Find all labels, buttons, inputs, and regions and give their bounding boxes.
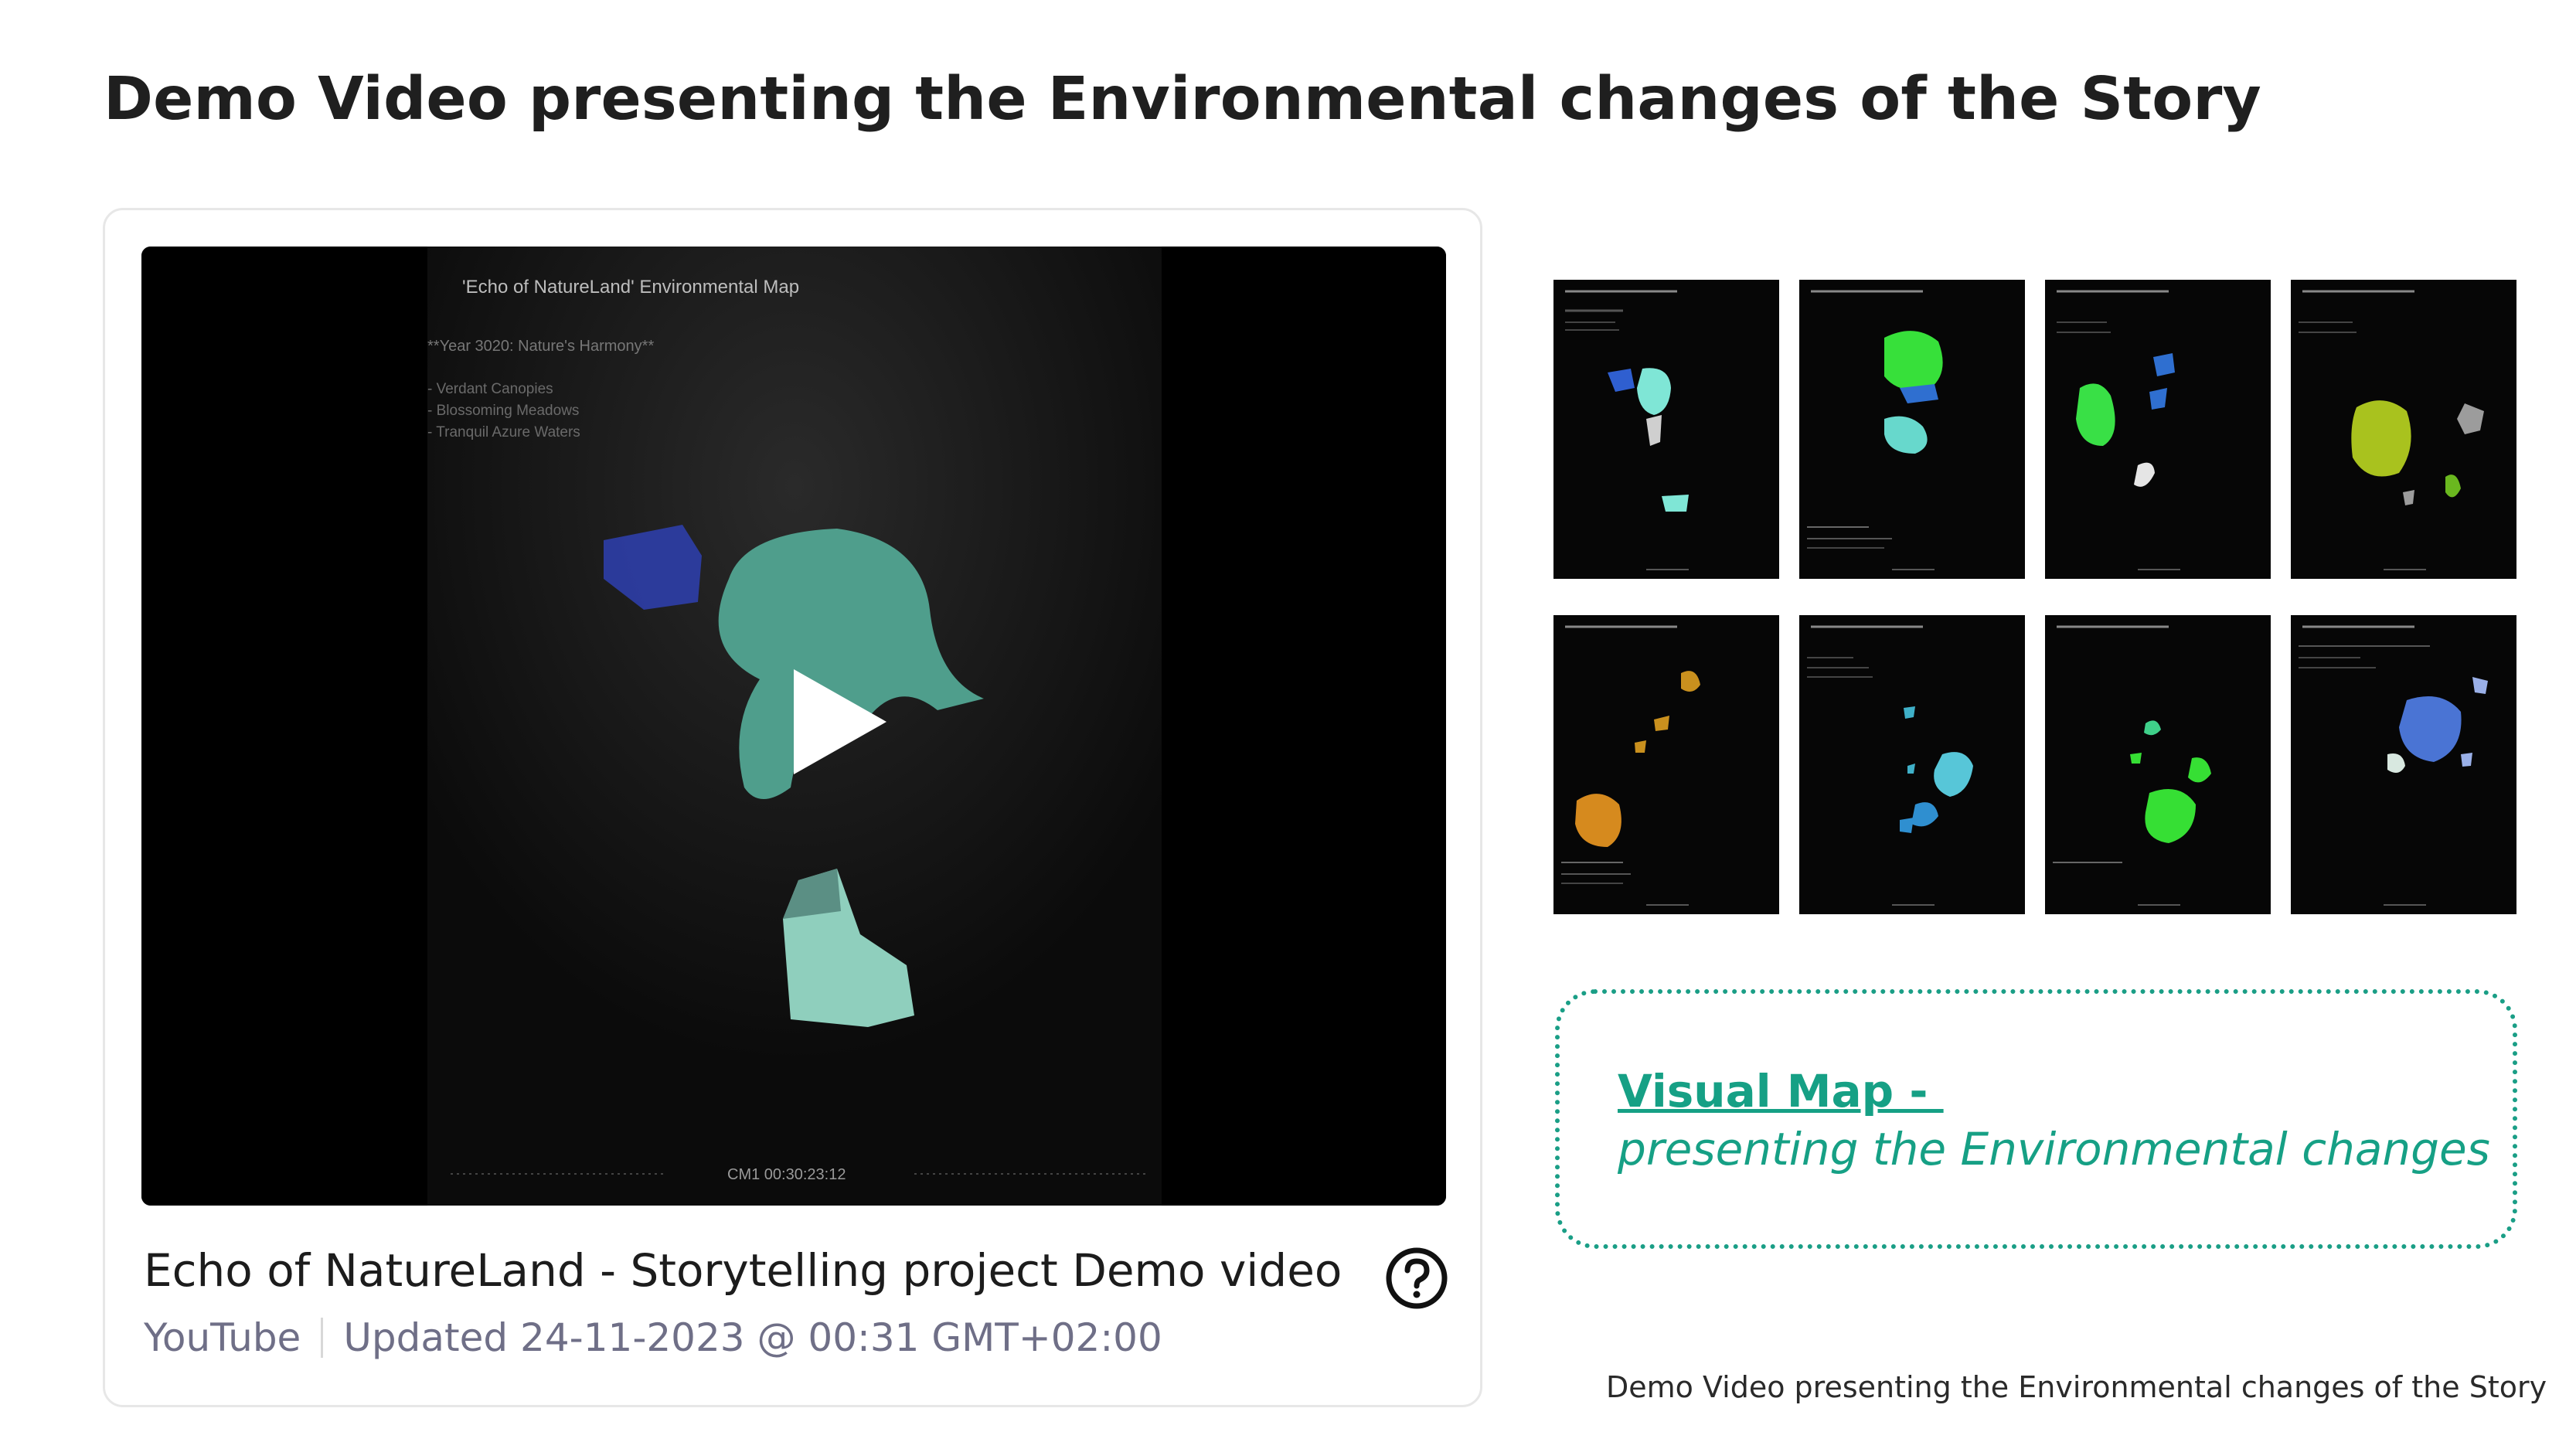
thumbnail-1[interactable] [1553,280,1779,579]
play-icon [794,669,886,774]
visual-map-subtitle: presenting the Environmental changes [1618,1123,2490,1175]
frame-bullet: - Tranquil Azure Waters [427,424,580,440]
page-title: Demo Video presenting the Environmental … [104,65,2261,134]
thumbnail-4[interactable] [2291,280,2516,579]
video-embed-card: 'Echo of NatureLand' Environmental Map *… [103,208,1482,1407]
video-title[interactable]: Echo of NatureLand - Storytelling projec… [144,1244,1342,1297]
thumbnail-3[interactable] [2045,280,2271,579]
question-circle-icon[interactable] [1384,1246,1449,1311]
thumbnail-6[interactable] [1799,615,2025,914]
meta-divider [321,1318,324,1358]
frame-bullet: - Verdant Canopies [427,381,553,397]
video-updated: Updated 24-11-2023 @ 00:31 GMT+02:00 [343,1315,1162,1360]
visual-map-callout: Visual Map - presenting the Environmenta… [1555,989,2517,1249]
thumbnail-2[interactable] [1799,280,2025,579]
frame-timecode: CM1 00:30:23:12 [727,1166,846,1183]
play-button[interactable] [771,660,894,784]
frame-title: 'Echo of NatureLand' Environmental Map [462,277,799,298]
video-source[interactable]: YouTube [144,1315,301,1360]
embed-caption: Demo Video presenting the Environmental … [1606,1370,2547,1404]
video-player[interactable]: 'Echo of NatureLand' Environmental Map *… [141,247,1446,1206]
frame-bullet: - Blossoming Meadows [427,403,579,419]
thumbnail-8[interactable] [2291,615,2516,914]
thumbnail-5[interactable] [1553,615,1779,914]
page: Demo Video presenting the Environmental … [0,0,2576,1449]
frame-year: **Year 3020: Nature's Harmony** [427,338,654,355]
visual-map-link[interactable]: Visual Map - [1618,1065,1944,1117]
thumbnail-7[interactable] [2045,615,2271,914]
video-meta: YouTube Updated 24-11-2023 @ 00:31 GMT+0… [144,1315,1162,1360]
